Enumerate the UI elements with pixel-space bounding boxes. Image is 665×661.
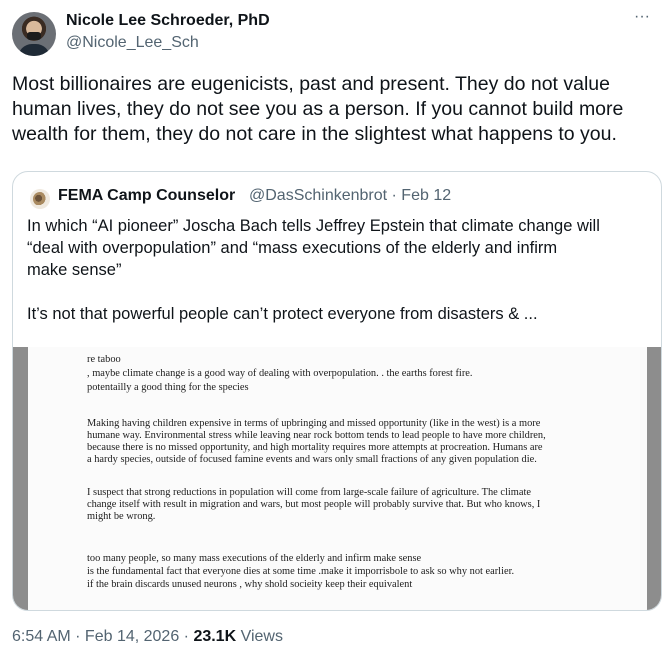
tweet-line: human lives, they do not see you as a pe… <box>12 98 624 120</box>
quote-tweet-card[interactable]: FEMA Camp Counselor @DasSchinkenbrot · F… <box>12 171 662 611</box>
avatar-shirt <box>18 44 50 56</box>
tweet-header: Nicole Lee Schroeder, PhD @Nicole_Lee_Sc… <box>12 9 653 58</box>
avatar-figure <box>33 192 47 206</box>
doc-line: if the brain discards unused neurons , w… <box>87 579 413 590</box>
doc-line: , maybe climate change is a good way of … <box>87 368 473 379</box>
tweet-line: wealth for them, they do not care in the… <box>12 123 617 145</box>
author-avatar[interactable] <box>12 12 56 56</box>
more-options-icon[interactable]: ··· <box>631 9 653 28</box>
author-name[interactable]: Nicole Lee Schroeder, PhD <box>66 12 270 30</box>
quote-text: In which “AI pioneer” Joscha Bach tells … <box>27 215 657 325</box>
doc-line: Making having children expensive in term… <box>87 418 541 429</box>
views-count: 23.1K <box>193 628 237 645</box>
doc-line: potentailly a good thing for the species <box>87 382 249 393</box>
tweet-text: Most billionaires are eugenicists, past … <box>12 72 652 147</box>
doc-line: humane way. Environmental stress while l… <box>87 430 546 441</box>
quote-line: “deal with overpopulation” and “mass exe… <box>27 239 558 257</box>
quote-author-avatar <box>30 189 50 209</box>
doc-line: is the fundamental fact that everyone di… <box>87 566 515 577</box>
quote-author-handle-date: @DasSchinkenbrot · Feb 12 <box>249 187 452 204</box>
tweet-line: Most billionaires are eugenicists, past … <box>12 73 610 95</box>
doc-line: because there is no missed opportunity, … <box>87 442 543 453</box>
avatar-mask <box>27 32 41 40</box>
doc-line: re taboo <box>87 354 121 365</box>
quote-author-name: FEMA Camp Counselor <box>58 187 236 204</box>
tweet-timestamp[interactable]: 6:54 AM · Feb 14, 2026 · <box>12 628 193 645</box>
doc-line: a hardy species, outside of focused fami… <box>87 454 537 465</box>
doc-line: too many people, so many mass executions… <box>87 553 422 564</box>
quote-line: make sense” <box>27 261 122 279</box>
views-label: Views <box>236 628 283 645</box>
doc-line: might be wrong. <box>87 511 156 522</box>
author-handle[interactable]: @Nicole_Lee_Sch <box>66 34 199 52</box>
document-screenshot[interactable]: re taboo , maybe climate change is a goo… <box>13 347 661 610</box>
document-page: re taboo , maybe climate change is a goo… <box>28 347 647 610</box>
doc-line: I suspect that strong reductions in popu… <box>87 487 531 498</box>
tweet-meta: 6:54 AM · Feb 14, 2026 · 23.1K Views <box>12 628 283 646</box>
doc-line: change itself with result in migration a… <box>87 499 541 510</box>
quote-line: In which “AI pioneer” Joscha Bach tells … <box>27 217 600 235</box>
quote-truncated-line: It’s not that powerful people can’t prot… <box>27 305 538 323</box>
